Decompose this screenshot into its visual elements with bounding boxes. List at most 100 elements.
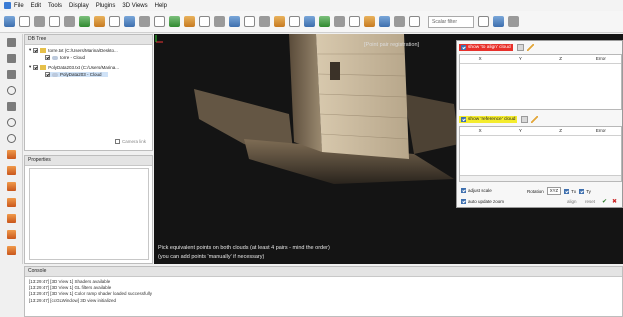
clone-icon[interactable] [34,16,45,27]
align-icon[interactable] [124,16,135,27]
open-icon[interactable] [4,16,15,27]
tree-item-label: PolyData203 - Cloud [60,72,102,77]
settings-icon[interactable] [409,16,420,27]
label-icon[interactable] [259,16,270,27]
merge-icon[interactable] [49,16,60,27]
segment-icon[interactable] [94,16,105,27]
normal-icon[interactable] [154,16,165,27]
show-reference-toggle[interactable]: show 'reference' cloud [459,116,518,123]
mesh-tool-icon[interactable] [394,16,405,27]
sphere-icon[interactable] [364,16,375,27]
auto-update-zoom-label: auto update zoom [468,198,505,204]
tree-item-torre-file[interactable]: ▾ torre.txt (C:/Users/Marina/Deskto... [29,47,118,53]
pan-icon[interactable] [6,118,16,127]
tree-item-torre-cloud[interactable]: torre - Cloud [45,55,85,60]
view-front-icon[interactable] [6,166,16,175]
filter-icon[interactable] [304,16,315,27]
camera-link-label: Camera link [121,139,146,144]
menu-tools[interactable]: Tools [48,3,62,9]
app-icon [4,2,11,9]
close-icon[interactable]: ✖ [612,198,617,205]
col-y: Y [518,56,522,61]
adjust-scale-option[interactable]: adjust scale [461,186,492,194]
properties-panel: Properties [24,155,153,264]
tree-checkbox[interactable] [33,64,39,70]
perspective-icon[interactable] [508,16,519,27]
view-iso-icon[interactable] [6,246,16,255]
tx-label: Tx [571,188,577,194]
pencil-icon[interactable] [531,116,539,123]
tree-checkbox[interactable] [33,47,39,53]
view-top-icon[interactable] [6,150,16,159]
pick-icon[interactable] [109,16,120,27]
aligned-points-table[interactable]: X Y Z Error [459,54,622,110]
show-aligned-toggle[interactable]: show 'to align' cloud [459,44,513,51]
reset-button[interactable]: reset [585,199,595,204]
horizontal-scrollbar[interactable] [460,175,621,181]
folder-icon [40,64,47,70]
scalar-filter-input[interactable]: Scalar filter [428,15,474,28]
pause-icon[interactable] [6,70,16,79]
show-reference-checkbox[interactable] [461,117,466,122]
camera-link-checkbox[interactable] [114,139,120,144]
show-aligned-row: show 'to align' cloud [459,43,534,52]
auto-update-zoom-option[interactable]: auto update zoom [461,197,504,205]
search-icon[interactable] [6,134,16,143]
plane-icon[interactable] [214,16,225,27]
scalar-icon[interactable] [184,16,195,27]
auto-update-zoom-checkbox[interactable] [461,198,466,204]
dropdown-icon[interactable] [478,16,489,27]
view-right-icon[interactable] [6,214,16,223]
tx-checkbox[interactable] [564,188,570,194]
gradient-icon[interactable] [334,16,345,27]
mesh-icon[interactable] [229,16,240,27]
console-log: [13:29:47] [3D View 1] Shaders available… [29,279,152,304]
translate-icon[interactable] [79,16,90,27]
menu-bar: File Edit Tools Display Plugins 3D Views… [0,0,623,11]
menu-edit[interactable]: Edit [31,3,41,9]
view-bottom-icon[interactable] [6,230,16,239]
view-icon[interactable] [493,16,504,27]
plus-icon[interactable] [349,16,360,27]
menu-3d-views[interactable]: 3D Views [122,3,147,9]
align-button[interactable]: align [567,199,577,204]
console-line: [13:29:47] [ccGLWindow] 3D view initiali… [29,297,116,303]
menu-plugins[interactable]: Plugins [96,3,116,9]
distance-icon[interactable] [199,16,210,27]
check-icon[interactable]: ✔ [602,198,607,205]
save-icon[interactable] [19,16,30,27]
color-icon[interactable] [169,16,180,27]
delete-icon[interactable] [64,16,75,27]
rotate-icon[interactable] [6,102,16,111]
camera-icon[interactable] [6,54,16,63]
octree-icon[interactable] [379,16,390,27]
histogram-icon[interactable] [289,16,300,27]
tree-item-polydata-file[interactable]: ▾ PolyData203.txt (C:/Users/Marina... [29,64,119,70]
sf-icon[interactable] [319,16,330,27]
adjust-scale-checkbox[interactable] [461,187,466,193]
view-left-icon[interactable] [6,182,16,191]
col-x: X [478,56,482,61]
zoom-icon[interactable] [6,86,16,95]
tree-item-polydata-cloud[interactable]: PolyData203 - Cloud [45,72,108,77]
show-aligned-checkbox[interactable] [461,45,466,50]
grid-icon[interactable] [516,44,524,51]
reference-points-table[interactable]: X Y Z Error [459,126,622,182]
sample-icon[interactable] [139,16,150,27]
menu-display[interactable]: Display [69,3,89,9]
light-icon[interactable] [274,16,285,27]
pencil-icon[interactable] [6,38,16,47]
pencil-icon[interactable] [526,44,534,51]
show-reference-row: show 'reference' cloud [459,115,539,124]
rotation-select[interactable]: XYZ [546,187,562,195]
console-title: Console [25,267,622,277]
camera-link[interactable]: Camera link [114,139,146,144]
menu-file[interactable]: File [14,3,24,9]
tree-checkbox[interactable] [45,55,50,60]
menu-help[interactable]: Help [155,3,167,9]
grid-icon[interactable] [521,116,529,123]
tree-checkbox[interactable] [45,72,50,77]
crop-icon[interactable] [244,16,255,27]
view-back-icon[interactable] [6,198,16,207]
ty-checkbox[interactable] [579,188,585,194]
